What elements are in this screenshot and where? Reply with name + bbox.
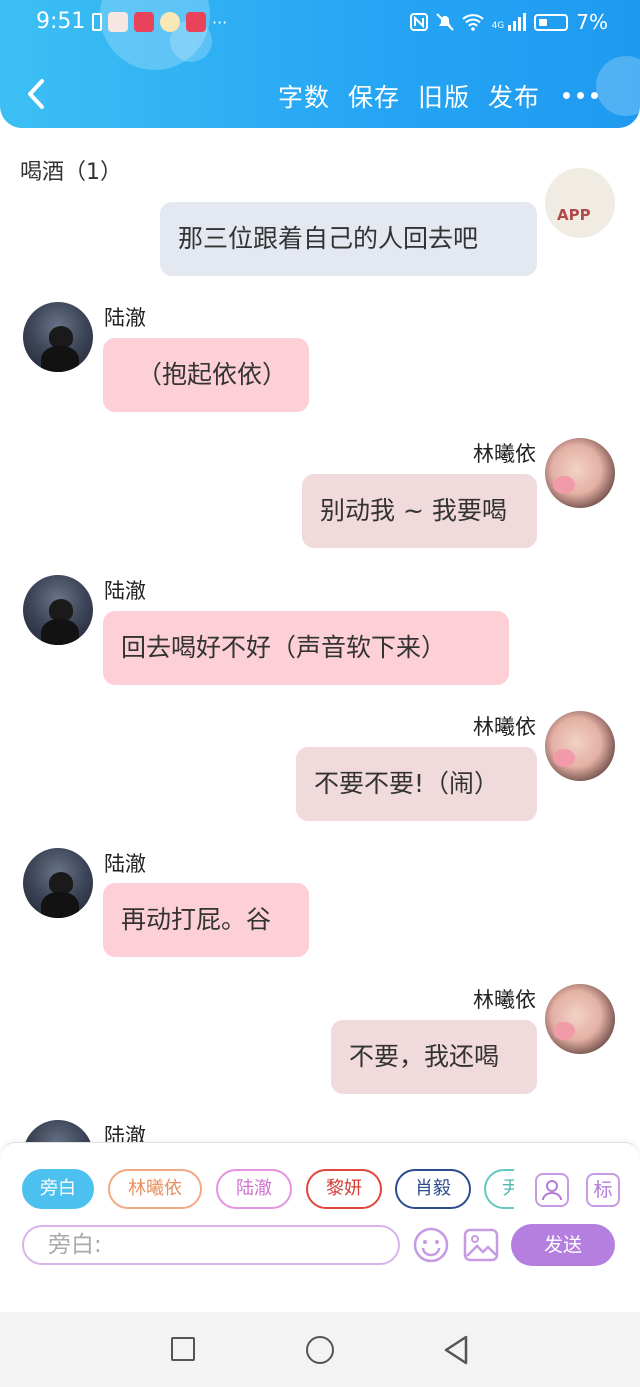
message-bubble[interactable]: （抱起依依） (103, 338, 309, 412)
chip-narration[interactable]: 旁白 (22, 1169, 94, 1209)
tag-button[interactable]: 标 (586, 1173, 620, 1207)
avatar[interactable] (545, 984, 615, 1054)
send-button[interactable]: 发送 (511, 1224, 615, 1266)
avatar[interactable] (545, 711, 615, 781)
app-icon (160, 12, 180, 32)
avatar[interactable] (545, 438, 615, 508)
message-bubble[interactable]: 那三位跟着自己的人回去吧 (160, 202, 537, 276)
top-header: 9:51 ··· 4G 7% 字数 保存 旧版 发布 (0, 0, 640, 128)
recent-apps-icon[interactable] (171, 1337, 195, 1361)
save-button[interactable]: 保存 (348, 78, 400, 114)
chip-character[interactable]: 肖毅 (395, 1169, 471, 1209)
header-actions: 字数 保存 旧版 发布 (278, 78, 540, 114)
battery-percent: 7% (576, 10, 608, 34)
old-version-button[interactable]: 旧版 (418, 78, 470, 114)
app-icon (108, 12, 128, 32)
avatar[interactable] (23, 302, 93, 372)
chip-character[interactable]: 黎妍 (306, 1169, 382, 1209)
status-bar: 9:51 ··· 4G 7% (0, 0, 640, 46)
message-bubble[interactable]: 再动打屁。谷 (103, 883, 309, 957)
notification-icons: ··· (92, 12, 227, 32)
more-options-icon[interactable] (563, 92, 598, 99)
avatar[interactable] (23, 848, 93, 918)
emoji-icon[interactable] (412, 1226, 450, 1264)
message-bubble[interactable]: 回去喝好不好（声音软下来） (103, 611, 509, 685)
battery-icon (534, 13, 569, 31)
avatar[interactable]: APP (545, 168, 615, 238)
image-icon[interactable] (462, 1226, 500, 1264)
more-notifications-icon: ··· (212, 12, 228, 32)
app-icon (134, 12, 154, 32)
character-chip-list: 旁白 林曦依 陆澈 黎妍 肖毅 尹 (22, 1169, 514, 1211)
chapter-title: 喝酒（1） (20, 160, 122, 185)
mute-bell-icon (435, 13, 454, 31)
speaker-name: 陆澈 (104, 852, 146, 876)
chip-character[interactable]: 陆澈 (216, 1169, 292, 1209)
home-icon[interactable] (306, 1336, 334, 1364)
decor-bubble (596, 56, 640, 116)
nfc-icon (409, 13, 428, 31)
wifi-icon (461, 14, 484, 31)
message-input[interactable]: 旁白: (22, 1225, 400, 1265)
speaker-name: 陆澈 (104, 579, 146, 603)
publish-button[interactable]: 发布 (488, 78, 540, 114)
system-navigation-bar (0, 1312, 640, 1387)
phone-icon (92, 13, 102, 31)
avatar[interactable] (23, 575, 93, 645)
app-icon (186, 12, 206, 32)
message-bubble[interactable]: 别动我 ~ 我要喝 (302, 474, 537, 548)
input-panel: 旁白 林曦依 陆澈 黎妍 肖毅 尹 标 旁白: 发送 (0, 1142, 640, 1312)
chip-character[interactable]: 尹 (484, 1169, 514, 1209)
speaker-name: 陆澈 (104, 306, 146, 330)
system-back-icon[interactable] (442, 1334, 470, 1366)
system-status: 4G 7% (409, 10, 608, 34)
signal-icon: 4G (492, 13, 527, 31)
speaker-name: 林曦依 (473, 715, 536, 739)
back-chevron-icon[interactable] (20, 76, 56, 112)
speaker-name: 林曦依 (473, 442, 536, 466)
status-time: 9:51 (36, 9, 86, 34)
chip-character[interactable]: 林曦依 (108, 1169, 202, 1209)
message-bubble[interactable]: 不要，我还喝 (331, 1020, 537, 1094)
word-count-button[interactable]: 字数 (278, 78, 330, 114)
message-bubble[interactable]: 不要不要!（闹） (296, 747, 537, 821)
speaker-name: 林曦依 (473, 988, 536, 1012)
character-manage-icon[interactable] (535, 1173, 569, 1207)
